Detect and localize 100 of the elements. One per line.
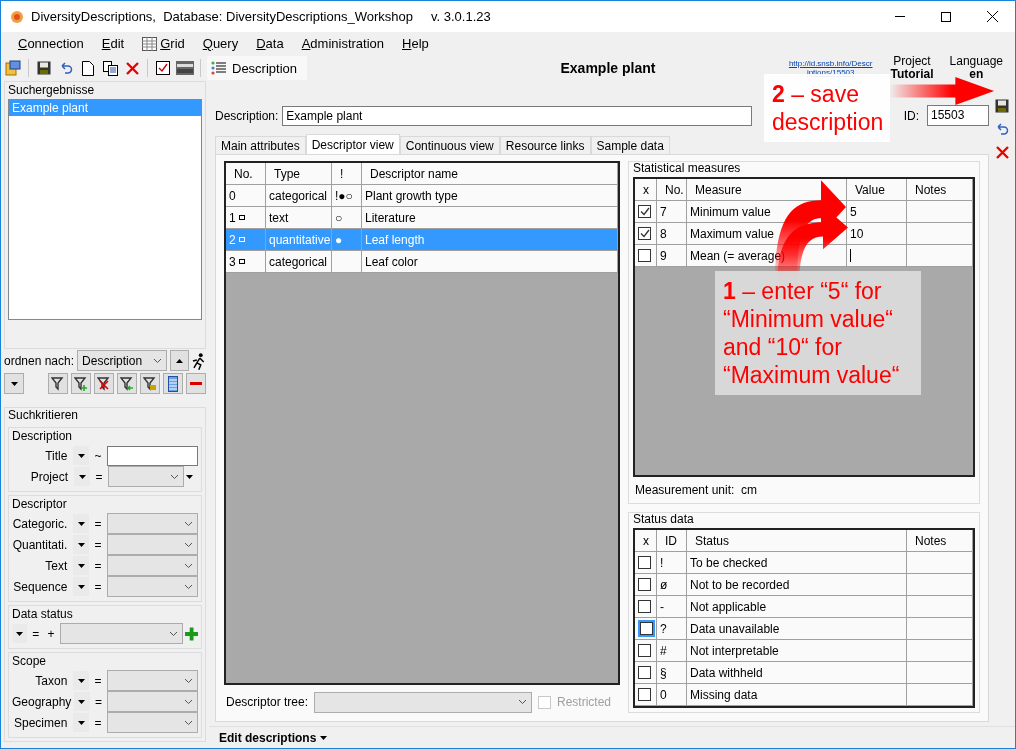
tab[interactable]: Resource links — [499, 136, 591, 154]
language-value: en — [969, 68, 984, 81]
check-icon — [639, 229, 650, 238]
chevron-down-icon — [152, 357, 162, 364]
table-cell: quantitative — [269, 232, 331, 247]
record-link[interactable]: http://id.snsb.info/Descr iptions/15503 — [788, 59, 873, 77]
operator-button[interactable] — [74, 692, 90, 711]
menu-item[interactable]: Grid — [133, 34, 194, 53]
list-icon — [211, 61, 227, 75]
save-icon — [37, 61, 51, 75]
checkbox[interactable] — [638, 666, 651, 679]
callout-text: 2 – save description — [764, 74, 890, 142]
table-row[interactable]: 1 text ○ Literature — [226, 207, 618, 229]
operator-button[interactable] — [73, 556, 90, 575]
delete-button[interactable] — [993, 143, 1011, 161]
tab[interactable]: Descriptor view — [305, 134, 400, 154]
collapse-button[interactable] — [4, 373, 24, 394]
column-header: Descriptor name — [362, 163, 618, 184]
triangle-down-icon — [320, 735, 328, 740]
new-button[interactable] — [79, 59, 97, 77]
operator-button[interactable] — [73, 671, 90, 690]
menu-item[interactable]: Data — [247, 34, 293, 53]
checkbox[interactable] — [638, 644, 651, 657]
clear-filter-button[interactable] — [94, 373, 114, 394]
description-field[interactable]: Example plant — [282, 105, 753, 126]
menu-item[interactable]: Administration — [292, 34, 394, 53]
menu-item[interactable]: Connection — [9, 34, 93, 53]
input-field[interactable] — [107, 445, 198, 466]
menu-item[interactable]: Help — [393, 34, 438, 53]
table-cell: Missing data — [690, 687, 758, 702]
group-title: Description — [12, 429, 74, 443]
menu-item[interactable]: Edit — [92, 34, 134, 53]
window-title: DiversityDescriptions, Database: DiversityDescriptions_Workshop — [31, 9, 413, 24]
tab[interactable]: Continuous view — [399, 136, 500, 154]
copy-button[interactable] — [101, 59, 119, 77]
triangle-down-icon — [16, 631, 24, 636]
menu-item[interactable]: Query — [193, 34, 248, 53]
checkbox[interactable] — [638, 556, 651, 569]
sort-up-button[interactable] — [169, 350, 190, 371]
checkbox[interactable] — [638, 205, 651, 218]
checkbox[interactable] — [638, 227, 651, 240]
chevron-down-icon — [168, 630, 178, 637]
operator-button[interactable] — [73, 535, 90, 554]
delete-icon — [994, 144, 1010, 160]
operator-button[interactable] — [73, 514, 90, 533]
field-label: Quantitati. — [12, 537, 69, 552]
field-label: Sequence — [12, 579, 69, 594]
app-logo-icon — [9, 8, 25, 25]
sort-dropdown[interactable]: Description — [77, 350, 167, 371]
filter-plus-icon — [74, 376, 88, 391]
operator-button[interactable] — [73, 577, 90, 596]
triangle-down-icon — [77, 720, 85, 725]
edit-descriptions-button[interactable]: Edit descriptions — [213, 729, 334, 746]
minimize-icon — [895, 16, 905, 17]
save-button[interactable] — [35, 59, 53, 77]
filter-icon — [51, 376, 65, 391]
checkbox[interactable] — [638, 578, 651, 591]
table-row[interactable]: 0 categorical !●○ Plant growth type — [226, 185, 618, 207]
tab[interactable]: Main attributes — [215, 136, 306, 154]
checkbox[interactable] — [638, 688, 651, 701]
minus-icon — [190, 381, 202, 386]
filter-button[interactable] — [48, 373, 68, 394]
checkbox[interactable] — [638, 600, 651, 613]
field-label: Title — [44, 448, 69, 463]
table-row[interactable]: 3 categorical Leaf color — [226, 251, 618, 273]
column-header: No. — [226, 163, 266, 184]
list-button[interactable] — [163, 373, 183, 394]
remove-button[interactable] — [186, 373, 206, 394]
description-tab[interactable]: Description — [207, 56, 308, 80]
field-label: Specimen — [12, 715, 69, 730]
checkbox[interactable] — [638, 249, 651, 262]
group-title: Statistical measures — [633, 161, 742, 175]
operator-text: ~ — [93, 448, 103, 463]
table-cell: Not to be recorded — [690, 577, 790, 592]
delete-button[interactable] — [123, 59, 141, 77]
close-icon — [986, 11, 998, 22]
table-cell: ○ — [335, 210, 343, 225]
description-label: Description: — [215, 108, 279, 123]
operator-button[interactable] — [73, 446, 90, 465]
tab[interactable]: Sample data — [590, 136, 670, 154]
group-title: Suchkritieren — [8, 408, 80, 422]
column-header: Value — [847, 179, 907, 200]
operator-text: + — [46, 626, 56, 641]
windows-icon[interactable] — [4, 59, 22, 77]
chevron-down-icon — [518, 699, 527, 705]
add-filter-button[interactable] — [71, 373, 91, 394]
chevron-down-icon — [184, 698, 193, 705]
operator-button[interactable] — [74, 467, 90, 486]
operator-text: = — [93, 715, 103, 730]
table-cell: 5 — [850, 204, 857, 219]
filter-x-icon — [97, 376, 111, 391]
save-button[interactable] — [993, 97, 1011, 115]
operator-button[interactable] — [73, 713, 90, 732]
filter-arrow-icon — [120, 376, 134, 391]
filter-arrow-button[interactable] — [117, 373, 137, 394]
chevron-down-icon — [184, 583, 193, 590]
id-field[interactable]: 15503 — [927, 105, 989, 126]
filter-table-button[interactable] — [140, 373, 160, 394]
checklist-button[interactable] — [154, 59, 172, 77]
operator-button[interactable] — [12, 624, 28, 643]
